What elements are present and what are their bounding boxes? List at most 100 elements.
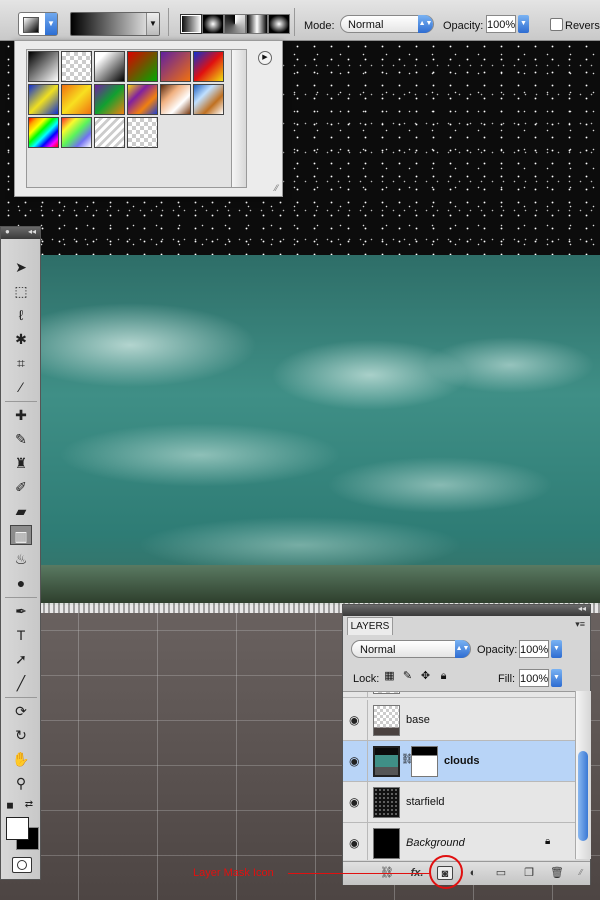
popup-menu-button[interactable]: ▶ [258, 51, 272, 65]
gradient-swatch[interactable] [94, 117, 125, 148]
opacity-label: Opacity: [443, 20, 484, 32]
line-tool-icon[interactable]: ╱ [10, 673, 32, 693]
fill-label: Fill: [498, 673, 516, 685]
clouds-image [40, 255, 600, 605]
layer-opacity-dropdown[interactable]: ▼ [551, 640, 562, 658]
annotation-circle [429, 855, 463, 889]
linear-gradient-button[interactable] [180, 14, 202, 34]
move-tool-icon[interactable]: ➤ [10, 257, 32, 277]
dodge-tool-icon[interactable]: ● [10, 573, 32, 593]
resize-grip-icon[interactable]: ⁄⁄ [275, 183, 278, 193]
pen-tool-icon[interactable]: ✒ [10, 601, 32, 621]
layers-panel-header[interactable]: ◂◂ [343, 604, 590, 616]
hand-tool-icon[interactable]: ✋ [10, 749, 32, 769]
mode-select[interactable]: Normal ▲▼ [340, 15, 434, 33]
3d-orbit-tool-icon[interactable]: ↻ [10, 725, 32, 745]
gradient-swatch[interactable] [28, 84, 59, 115]
eye-icon[interactable]: ◉ [349, 795, 359, 809]
history-brush-tool-icon[interactable]: ✐ [10, 477, 32, 497]
opacity-dropdown-button[interactable]: ▼ [518, 15, 529, 33]
layer-row-base[interactable]: ◉ base [343, 700, 575, 741]
gradient-swatch[interactable] [160, 51, 191, 82]
gradient-swatch[interactable] [28, 51, 59, 82]
eye-icon[interactable]: ◉ [349, 754, 359, 768]
zoom-tool-icon[interactable]: ⚲ [10, 773, 32, 793]
adjustment-layer-icon[interactable]: ◐ [465, 866, 481, 880]
radial-gradient-button[interactable] [202, 14, 224, 34]
gradient-tool-icon [23, 17, 39, 33]
tab-layers[interactable]: LAYERS [347, 617, 393, 635]
trash-icon[interactable]: 🗑︎ [549, 866, 565, 880]
eye-icon[interactable]: ◉ [349, 713, 359, 727]
path-selection-tool-icon[interactable]: ➚ [10, 649, 32, 669]
divider [5, 697, 37, 698]
panel-menu-icon[interactable]: ▾≡ [575, 619, 585, 630]
tool-preset-picker[interactable]: ▼ [18, 12, 58, 36]
gradient-swatch[interactable] [61, 117, 92, 148]
quick-mask-button[interactable] [12, 857, 32, 873]
tools-panel-header[interactable]: ● ◂◂ [1, 227, 40, 239]
eyedropper-tool-icon[interactable]: ⁄ [10, 377, 32, 397]
layer-row-starfield[interactable]: ◉ starfield [343, 782, 575, 823]
layer-row-background[interactable]: ◉ Background 🔒︎ [343, 823, 575, 860]
lock-all-icon[interactable]: 🔒︎ [437, 669, 450, 683]
gradient-swatch[interactable] [160, 84, 191, 115]
layer-row-clouds[interactable]: ◉ ⛓ clouds [343, 741, 575, 782]
lock-position-icon[interactable]: ✥ [419, 669, 432, 683]
layer-list-scrollbar[interactable] [575, 691, 591, 859]
quick-selection-tool-icon[interactable]: ✱ [10, 329, 32, 349]
crop-tool-icon[interactable]: ⌗ [10, 353, 32, 373]
clone-stamp-tool-icon[interactable]: ♜ [10, 453, 32, 473]
gradient-swatch[interactable] [28, 117, 59, 148]
fill-dropdown[interactable]: ▼ [551, 669, 562, 687]
new-layer-icon[interactable]: ❐ [521, 866, 537, 880]
type-tool-icon[interactable]: T [10, 625, 32, 645]
lasso-tool-icon[interactable]: ℓ [10, 305, 32, 325]
brush-tool-icon[interactable]: ✎ [10, 429, 32, 449]
eye-icon[interactable]: ◉ [349, 836, 359, 850]
visibility-column [343, 692, 368, 697]
gradient-swatch[interactable] [61, 51, 92, 82]
lock-pixels-icon[interactable]: ✎ [401, 669, 414, 683]
gradient-swatch[interactable] [127, 117, 158, 148]
blur-tool-icon[interactable]: ♨ [10, 549, 32, 569]
blend-mode-select[interactable]: Normal ▲▼ [351, 640, 471, 658]
gradient-swatch[interactable] [127, 51, 158, 82]
swap-colors-icon[interactable]: ⇄ [23, 795, 35, 815]
tools-panel: ● ◂◂ ➤ ⬚ ℓ ✱ ⌗ ⁄ ✚ ✎ ♜ ✐ ▰ ▥ ♨ ● ✒ T ➚ ╱ … [0, 226, 41, 880]
layers-panel: ◂◂ LAYERS ▾≡ Normal ▲▼ Opacity: 100% ▼ Lo… [342, 604, 591, 885]
opacity-input[interactable]: 100% [486, 15, 516, 33]
scroll-thumb[interactable] [578, 751, 588, 841]
default-colors-icon[interactable]: ◼ [4, 795, 16, 815]
diamond-gradient-button[interactable] [268, 14, 290, 34]
gradient-swatch[interactable] [94, 51, 125, 82]
angle-gradient-button[interactable] [224, 14, 246, 34]
gradient-swatch[interactable] [127, 84, 158, 115]
marquee-tool-icon[interactable]: ⬚ [10, 281, 32, 301]
healing-brush-tool-icon[interactable]: ✚ [10, 405, 32, 425]
layer-opacity-input[interactable]: 100% [519, 640, 549, 658]
gradient-swatch[interactable] [193, 84, 224, 115]
lock-transparency-icon[interactable]: ▦ [383, 669, 396, 683]
close-icon[interactable]: ● [5, 227, 10, 236]
layer-thumbnail [373, 705, 400, 736]
gradient-tool-icon[interactable]: ▥ [10, 525, 32, 545]
fill-input[interactable]: 100% [519, 669, 549, 687]
collapse-icon[interactable]: ◂◂ [578, 604, 586, 613]
resize-grip-icon[interactable]: ⁄⁄ [573, 866, 589, 880]
gradient-swatch[interactable] [94, 84, 125, 115]
foreground-color-swatch[interactable] [6, 817, 29, 840]
3d-rotate-tool-icon[interactable]: ⟳ [10, 701, 32, 721]
new-group-icon[interactable]: ▭ [493, 866, 509, 880]
collapse-icon[interactable]: ◂◂ [28, 227, 36, 236]
gradient-picker[interactable]: ▼ [70, 12, 160, 36]
reverse-checkbox[interactable] [550, 18, 563, 31]
gradient-swatch[interactable] [193, 51, 224, 82]
gradient-swatch[interactable] [61, 84, 92, 115]
popup-scrollbar[interactable] [231, 49, 247, 188]
divider [294, 8, 295, 36]
layer-row[interactable] [343, 692, 575, 698]
eraser-tool-icon[interactable]: ▰ [10, 501, 32, 521]
reflected-gradient-button[interactable] [246, 14, 268, 34]
layer-mask-thumbnail[interactable] [411, 746, 438, 777]
